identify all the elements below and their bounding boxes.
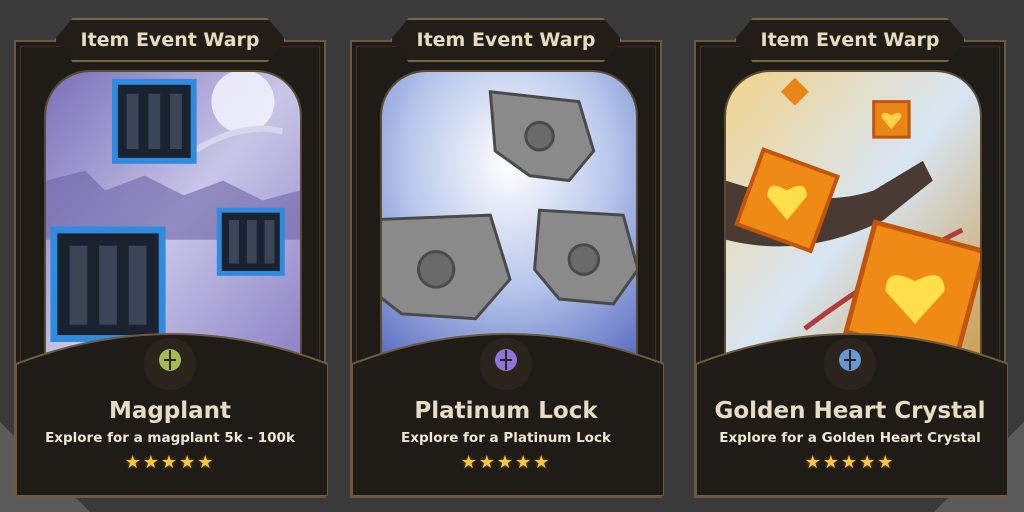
card-description: Explore for a Golden Heart Crystal <box>719 430 981 446</box>
element-emblem-icon <box>480 338 532 390</box>
element-emblem-icon <box>824 338 876 390</box>
card-title: Magplant <box>108 398 232 424</box>
card-description: Explore for a magplant 5k - 100k <box>45 430 295 446</box>
warp-card-platinum-lock[interactable]: Item Event Warp Platinum Lock Explore fo… <box>350 18 664 498</box>
element-emblem-icon <box>144 338 196 390</box>
rarity-stars: ★★★★★ <box>460 452 552 473</box>
card-description: Explore for a Platinum Lock <box>401 430 611 446</box>
card-header-tab: Item Event Warp <box>734 18 966 62</box>
card-header-tab: Item Event Warp <box>390 18 622 62</box>
card-header-label: Item Event Warp <box>416 29 596 51</box>
rarity-stars: ★★★★★ <box>804 452 896 473</box>
card-title: Golden Heart Crystal <box>714 398 986 424</box>
warp-card-magplant[interactable]: Item Event Warp Magplant Explore for a m… <box>14 18 328 498</box>
card-title: Platinum Lock <box>414 398 598 424</box>
card-header-label: Item Event Warp <box>80 29 260 51</box>
rarity-stars: ★★★★★ <box>124 452 216 473</box>
card-header-label: Item Event Warp <box>760 29 940 51</box>
card-header-tab: Item Event Warp <box>54 18 286 62</box>
warp-card-golden-heart-crystal[interactable]: Item Event Warp Golden Heart Crystal Exp… <box>694 18 1008 498</box>
